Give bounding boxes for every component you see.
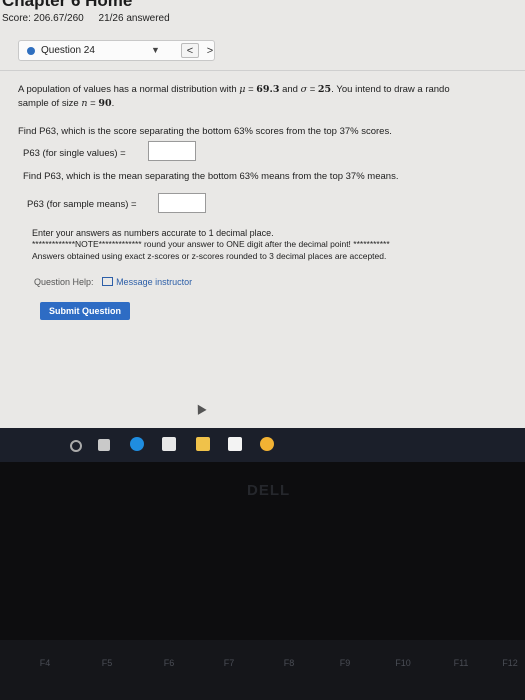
equals-sign: = xyxy=(87,98,99,109)
divider xyxy=(0,70,525,71)
function-key: F8 xyxy=(283,658,295,668)
function-key: F5 xyxy=(101,658,113,668)
message-instructor-label: Message instructor xyxy=(116,277,193,287)
previous-question-button[interactable]: < xyxy=(181,43,199,58)
function-key: F10 xyxy=(395,658,411,668)
part2-answer-input[interactable] xyxy=(158,193,206,213)
mail-icon[interactable] xyxy=(228,437,242,451)
part1-label: P63 (for single values) = xyxy=(23,148,126,159)
note-rounding: *************NOTE************* round you… xyxy=(32,239,390,249)
part2-label: P63 (for sample means) = xyxy=(27,199,137,210)
function-key: F9 xyxy=(339,658,351,668)
status-dot-icon xyxy=(27,47,35,55)
file-explorer-icon[interactable] xyxy=(196,437,210,451)
task-view-icon[interactable] xyxy=(98,439,110,451)
n-value: 90 xyxy=(98,98,112,109)
dell-logo: DELL xyxy=(247,482,291,499)
chrome-icon[interactable] xyxy=(260,437,274,451)
next-question-button[interactable]: > xyxy=(201,43,219,58)
intro-text: A population of values has a normal dist… xyxy=(18,84,240,95)
chapter-title: Chapter 6 Home xyxy=(2,0,133,10)
score-bar: Score: 206.67/260 21/26 answered xyxy=(2,13,170,24)
browser-screen: Chapter 6 Home Score: 206.67/260 21/26 a… xyxy=(0,0,525,428)
envelope-icon xyxy=(102,277,114,286)
note-accepted: Answers obtained using exact z-scores or… xyxy=(32,251,387,261)
question-selector[interactable]: Question 24 ▼ < > xyxy=(18,40,215,61)
submit-question-button[interactable]: Submit Question xyxy=(40,302,130,320)
sample-size-text: sample of size xyxy=(18,98,82,109)
and-text: and xyxy=(279,84,301,95)
question-text-line-1: A population of values has a normal dist… xyxy=(18,84,450,95)
function-key: F11 xyxy=(453,658,469,668)
note-precision: Enter your answers as numbers accurate t… xyxy=(32,228,274,238)
score-text: Score: 206.67/260 xyxy=(2,13,84,24)
taskbar xyxy=(0,428,525,462)
sigma-value: 25 xyxy=(317,84,332,95)
period: . xyxy=(111,98,115,109)
mu-value: 69.3 xyxy=(256,84,280,95)
function-key: F4 xyxy=(39,658,51,668)
help-label: Question Help: xyxy=(34,277,94,287)
function-key: F6 xyxy=(163,658,175,668)
answered-count: 21/26 answered xyxy=(98,13,170,24)
function-key: F12 xyxy=(502,658,518,668)
search-icon[interactable] xyxy=(70,440,82,452)
edge-browser-icon[interactable] xyxy=(130,437,144,451)
part1-prompt: Find P63, which is the score separating … xyxy=(18,126,392,137)
part1-answer-input[interactable] xyxy=(148,141,196,161)
question-label: Question 24 xyxy=(41,45,95,56)
question-help: Question Help: Message instructor xyxy=(34,277,192,287)
equals-sign: = xyxy=(245,84,257,95)
message-instructor-link[interactable]: Message instructor xyxy=(102,277,192,287)
equals-sign: = xyxy=(307,84,318,95)
part2-prompt: Find P63, which is the mean separating t… xyxy=(23,171,399,182)
question-text-line-2: sample of size n = 90. xyxy=(18,98,114,109)
intro-text-end: . You intend to draw a rando xyxy=(331,84,450,95)
mouse-cursor-icon xyxy=(193,402,207,415)
store-icon[interactable] xyxy=(162,437,176,451)
keyboard: F4 F5 F6 F7 F8 F9 F10 F11 F12 xyxy=(0,640,525,700)
caret-down-icon[interactable]: ▼ xyxy=(151,45,160,55)
function-key: F7 xyxy=(223,658,235,668)
